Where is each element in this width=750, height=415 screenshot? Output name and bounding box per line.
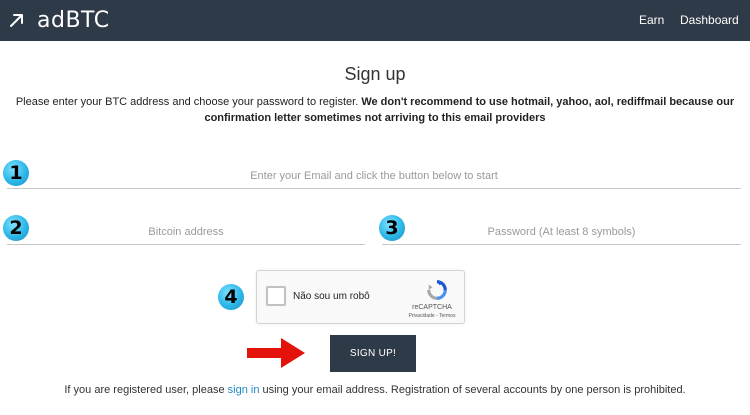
password-field[interactable] [382,219,741,245]
page-title: Sign up [344,64,406,84]
recaptcha-links: Privacidade - Termos [399,313,465,319]
intro-plain: Please enter your BTC address and choose… [15,96,359,108]
nav-dashboard-link[interactable]: Dashboard [680,13,739,27]
intro-text: Please enter your BTC address and choose… [0,94,750,126]
nav-earn-link[interactable]: Earn [639,13,664,27]
recaptcha-terms-link[interactable]: Termos [439,313,455,319]
top-navbar: adBTC Earn Dashboard [0,0,750,41]
recaptcha-checkbox[interactable] [266,286,286,306]
email-field[interactable] [7,163,741,189]
recaptcha-brand: reCAPTCHA [412,304,452,311]
recaptcha-logo-icon [427,280,447,300]
brand-logo[interactable]: adBTC [9,5,110,35]
sign-in-link[interactable]: sign in [228,384,260,396]
footer-text-before: If you are registered user, please [64,384,228,396]
recaptcha-privacy-link[interactable]: Privacidade [409,313,435,319]
arrow-up-right-icon [10,14,23,27]
brand-name: adBTC [37,7,110,33]
sign-up-button[interactable]: SIGN UP! [330,335,416,372]
footer-text-after: using your email address. Registration o… [259,384,686,396]
footer-note: If you are registered user, please sign … [0,384,750,396]
recaptcha-widget: Não sou um robô reCAPTCHA Privacidade - … [256,270,465,324]
step-4-badge: 4 [218,284,244,310]
bitcoin-address-field[interactable] [7,219,365,245]
recaptcha-label: Não sou um robô [293,291,370,302]
red-arrow-right-icon [247,338,305,368]
